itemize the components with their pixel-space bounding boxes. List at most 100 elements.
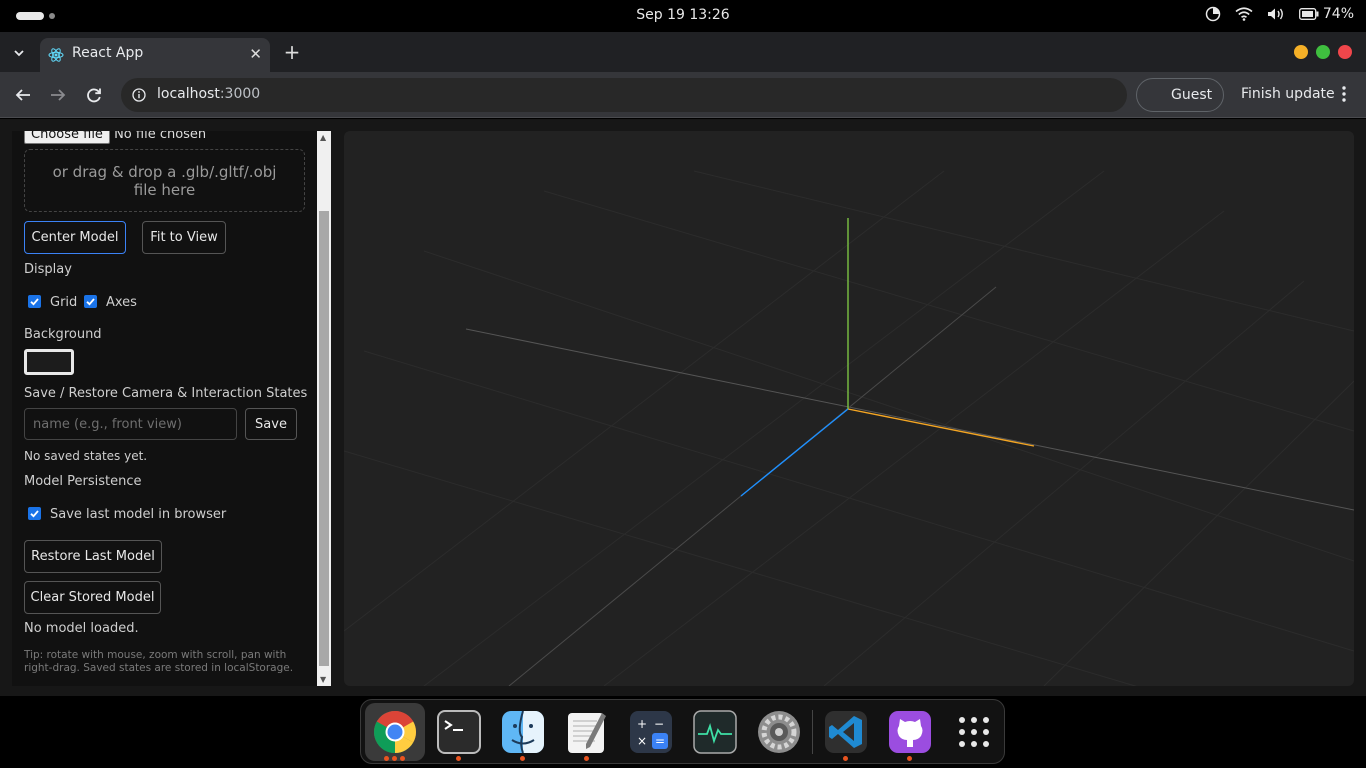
minimize-button[interactable] — [1294, 45, 1308, 59]
running-indicator — [392, 756, 397, 761]
finder-icon[interactable] — [498, 707, 548, 757]
arrow-left-icon — [15, 89, 30, 101]
fit-to-view-button[interactable]: Fit to View — [142, 221, 226, 254]
file-input[interactable]: Choose file No file chosen — [24, 131, 206, 144]
dock-separator — [812, 710, 813, 754]
running-indicator — [907, 756, 912, 761]
usage-tip: Tip: rotate with mouse, zoom with scroll… — [24, 649, 294, 674]
scroll-down-icon[interactable]: ▼ — [320, 675, 326, 684]
running-indicator — [584, 756, 589, 761]
model-persistence-heading: Model Persistence — [24, 474, 142, 489]
scrollbar-thumb[interactable] — [319, 211, 329, 666]
saved-states-status: No saved states yet. — [24, 449, 148, 463]
grid-checkbox[interactable] — [28, 295, 41, 308]
wifi-icon — [1235, 7, 1253, 21]
arrow-right-icon — [51, 89, 66, 101]
model-status: No model loaded. — [24, 621, 139, 636]
scene-canvas[interactable] — [344, 131, 1354, 686]
control-panel: Choose file No file chosen or drag & dro… — [12, 131, 317, 686]
running-indicator — [520, 756, 525, 761]
finish-update-button[interactable]: Finish update — [1241, 86, 1335, 102]
grid-center-lines — [465, 286, 1354, 686]
tab-title: React App — [72, 45, 144, 61]
browser-toolbar: localhost:3000 Guest Finish update — [0, 72, 1366, 118]
background-color-picker[interactable] — [24, 349, 74, 375]
chrome-icon[interactable] — [370, 707, 420, 757]
save-state-button[interactable]: Save — [245, 408, 297, 440]
restore-last-model-button[interactable]: Restore Last Model — [24, 540, 162, 573]
battery-percent: 74% — [1322, 6, 1354, 22]
svg-text:−: − — [654, 717, 664, 731]
maximize-button[interactable] — [1316, 45, 1330, 59]
system-top-bar: Sep 19 13:26 74% — [0, 0, 1366, 32]
app-grid-icon[interactable] — [949, 707, 999, 757]
save-restore-heading: Save / Restore Camera & Interaction Stat… — [24, 386, 308, 401]
grid-helper — [344, 170, 1354, 686]
battery-icon — [1298, 8, 1319, 20]
tab-close-icon[interactable]: ✕ — [249, 45, 262, 63]
text-editor-icon[interactable] — [562, 707, 612, 757]
page-content: Choose file No file chosen or drag & dro… — [0, 119, 1366, 696]
center-model-button[interactable]: Center Model — [24, 221, 126, 254]
svg-text:×: × — [637, 734, 647, 748]
site-info-icon[interactable] — [132, 88, 146, 102]
reload-button[interactable] — [83, 84, 105, 106]
volume-icon — [1267, 8, 1283, 20]
state-name-input[interactable] — [24, 408, 237, 440]
system-tray[interactable]: 74% — [1205, 6, 1354, 22]
file-dropzone[interactable]: or drag & drop a .glb/.gltf/.obj file he… — [24, 149, 305, 212]
scroll-up-icon[interactable]: ▲ — [320, 133, 326, 142]
window-controls — [1294, 45, 1352, 59]
forward-button[interactable] — [47, 84, 69, 106]
file-status: No file chosen — [114, 131, 207, 142]
tab-react-app[interactable]: React App ✕ — [40, 38, 270, 72]
display-heading: Display — [24, 262, 72, 277]
terminal-icon[interactable] — [434, 707, 484, 757]
url-host: localhost — [157, 86, 220, 102]
vscode-icon[interactable] — [821, 707, 871, 757]
svg-text:=: = — [655, 734, 665, 748]
url-text: localhost:3000 — [157, 86, 260, 102]
choose-file-button[interactable]: Choose file — [24, 131, 110, 144]
3d-viewport[interactable] — [344, 131, 1354, 686]
tab-search-button[interactable] — [8, 42, 30, 64]
browser-menu-button[interactable] — [1342, 86, 1346, 106]
axis-z — [740, 408, 849, 497]
running-indicator — [843, 756, 848, 761]
save-last-model-label: Save last model in browser — [50, 507, 227, 522]
axes-helper — [740, 218, 1035, 497]
axes-label: Axes — [106, 295, 137, 310]
checkmark-icon — [86, 298, 95, 306]
running-indicator — [456, 756, 461, 761]
address-bar[interactable]: localhost:3000 — [121, 78, 1127, 112]
new-tab-button[interactable]: + — [280, 40, 304, 64]
browser-tab-bar: React App ✕ + — [0, 32, 1366, 72]
running-indicator — [400, 756, 405, 761]
github-desktop-icon[interactable] — [885, 707, 935, 757]
profile-button[interactable]: Guest — [1136, 78, 1224, 112]
react-icon — [48, 48, 64, 62]
url-port: :3000 — [219, 86, 261, 102]
sidebar-scrollbar[interactable]: ▲ ▼ — [317, 131, 331, 686]
back-button[interactable] — [12, 84, 34, 106]
dock: + − × = — [360, 699, 1005, 764]
axis-x — [847, 408, 1035, 447]
background-heading: Background — [24, 327, 102, 342]
profile-label: Guest — [1171, 87, 1213, 103]
power-profile-icon — [1205, 6, 1221, 22]
system-monitor-icon[interactable] — [690, 707, 740, 757]
running-indicator — [384, 756, 389, 761]
settings-icon[interactable] — [754, 707, 804, 757]
clear-stored-model-button[interactable]: Clear Stored Model — [24, 581, 161, 614]
svg-text:+: + — [637, 717, 647, 731]
close-window-button[interactable] — [1338, 45, 1352, 59]
chevron-down-icon — [14, 50, 24, 57]
checkmark-icon — [30, 510, 39, 518]
dock-area: + − × = — [0, 696, 1366, 768]
kebab-menu-icon — [1342, 86, 1346, 102]
checkmark-icon — [30, 298, 39, 306]
system-clock[interactable]: Sep 19 13:26 — [0, 7, 1366, 23]
axes-checkbox[interactable] — [84, 295, 97, 308]
save-last-model-checkbox[interactable] — [28, 507, 41, 520]
calculator-icon[interactable]: + − × = — [626, 707, 676, 757]
